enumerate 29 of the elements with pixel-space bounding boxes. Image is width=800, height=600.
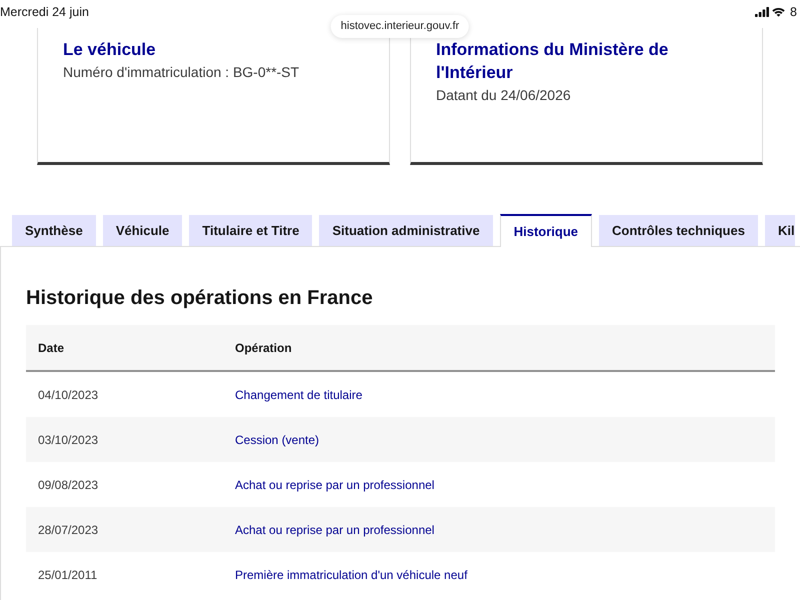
operation-link[interactable]: Cession (vente) [235,432,320,446]
url-bar[interactable]: histovec.interieur.gouv.fr [330,15,470,38]
tab[interactable]: Titulaire et Titre [189,215,312,246]
wifi-icon [772,7,786,17]
date-cell: 25/01/2011 [38,568,98,582]
section-title: Historique des opérations en France [26,286,374,311]
date-cell: 09/08/2023 [38,478,98,492]
status-date: Mercredi 24 juin [0,4,89,20]
operation-link[interactable]: Changement de titulaire [235,388,362,402]
date-cell: 04/10/2023 [38,388,98,402]
date-cell: 28/07/2023 [38,522,98,536]
date-cell: 03/10/2023 [38,432,98,446]
battery-percent: 8 [790,4,797,20]
card-text: Datant du 24/06/2026 [436,86,572,105]
tab[interactable]: Historique [500,214,592,247]
card-text: Numéro d'immatriculation : BG-0**-ST [63,63,300,82]
operation-link[interactable]: Achat ou reprise par un professionnel [235,478,434,492]
tab[interactable]: Véhicule [102,215,182,246]
column-header: Date [26,325,223,371]
tab[interactable]: Kil [764,215,795,246]
card-title: Informations du Ministère de l'Intérieur [436,39,670,84]
tab[interactable]: Contrôles techniques [599,215,758,246]
column-header: Opération [223,325,775,371]
operation-link[interactable]: Première immatriculation d'un véhicule neuf [235,568,468,582]
tab[interactable]: Situation administrative [319,215,493,246]
signal-icon [755,7,770,17]
operation-link[interactable]: Achat ou reprise par un professionnel [235,522,434,536]
card-title: Le véhicule [63,39,157,61]
tab[interactable]: Synthèse [12,215,96,246]
